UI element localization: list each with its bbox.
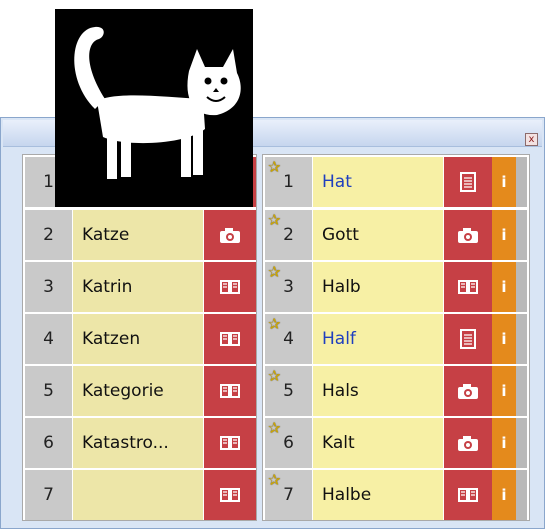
item-number: ✰ 3 [265,262,313,312]
star-icon: ✰ [268,419,281,437]
item-number: 7 [25,470,73,520]
scroll-strip [516,262,527,312]
list-item[interactable]: 5 Kategorie [25,366,256,416]
camera-icon[interactable] [444,418,492,468]
list-item[interactable]: ✰ 2 Gott i [265,210,527,260]
book-icon[interactable] [204,470,256,520]
close-button[interactable]: x [525,133,538,146]
item-word: Katastro... [73,418,204,468]
camera-icon[interactable] [444,366,492,416]
item-word: Hals [313,366,444,416]
list-item[interactable]: 2 Katze [25,210,256,260]
info-button[interactable]: i [492,262,516,312]
item-number: 6 [25,418,73,468]
list-item[interactable]: 4 Katzen [25,314,256,364]
list-item[interactable]: ✰ 4 Half i [265,314,527,364]
item-number: ✰ 1 [265,157,313,207]
book-icon[interactable] [204,314,256,364]
item-number: ✰ 6 [265,418,313,468]
scroll-strip [516,418,527,468]
item-word [73,470,204,520]
item-number: 2 [25,210,73,260]
item-word: Half [313,314,444,364]
scroll-strip [516,470,527,520]
document-icon[interactable] [444,314,492,364]
scroll-strip [516,210,527,260]
star-icon: ✰ [268,367,281,385]
list-item[interactable]: 7 [25,470,256,520]
book-icon[interactable] [204,366,256,416]
list-item[interactable]: ✰ 3 Halb i [265,262,527,312]
list-item[interactable]: ✰ 6 Kalt i [265,418,527,468]
scroll-strip [516,157,527,207]
info-button[interactable]: i [492,210,516,260]
star-icon: ✰ [268,315,281,333]
star-icon: ✰ [268,211,281,229]
star-icon: ✰ [268,263,281,281]
right-word-list: ✰ 1 Hat i ✰ 2 Gott i ✰ 3 Halb i ✰ 4 Half i ✰ [262,154,530,521]
camera-icon[interactable] [204,210,256,260]
item-word: Gott [313,210,444,260]
item-number: ✰ 5 [265,366,313,416]
star-icon: ✰ [268,158,281,176]
item-word: Halb [313,262,444,312]
scroll-strip [516,366,527,416]
book-icon[interactable] [204,418,256,468]
item-word: Hat [313,157,444,207]
book-icon[interactable] [444,470,492,520]
item-number: 4 [25,314,73,364]
item-number: ✰ 4 [265,314,313,364]
book-icon[interactable] [204,262,256,312]
cat-icon [55,9,253,207]
info-button[interactable]: i [492,366,516,416]
document-icon[interactable] [444,157,492,207]
list-item[interactable]: ✰ 1 Hat i [265,157,527,207]
info-button[interactable]: i [492,157,516,207]
item-number: ✰ 7 [265,470,313,520]
left-word-list: 1 2 Katze 3 Katrin 4 Katzen 5 Kategorie … [22,154,257,521]
item-word: Halbe [313,470,444,520]
book-icon[interactable] [444,262,492,312]
item-number: ✰ 2 [265,210,313,260]
info-button[interactable]: i [492,470,516,520]
scroll-strip [516,314,527,364]
item-word: Katrin [73,262,204,312]
star-icon: ✰ [268,471,281,489]
info-button[interactable]: i [492,314,516,364]
info-button[interactable]: i [492,418,516,468]
list-item[interactable]: ✰ 7 Halbe i [265,470,527,520]
list-item[interactable]: 3 Katrin [25,262,256,312]
camera-icon[interactable] [444,210,492,260]
list-item[interactable]: 6 Katastro... [25,418,256,468]
item-word: Kategorie [73,366,204,416]
list-item[interactable]: ✰ 5 Hals i [265,366,527,416]
item-number: 5 [25,366,73,416]
item-number: 3 [25,262,73,312]
item-word: Katzen [73,314,204,364]
item-word: Kalt [313,418,444,468]
item-word: Katze [73,210,204,260]
